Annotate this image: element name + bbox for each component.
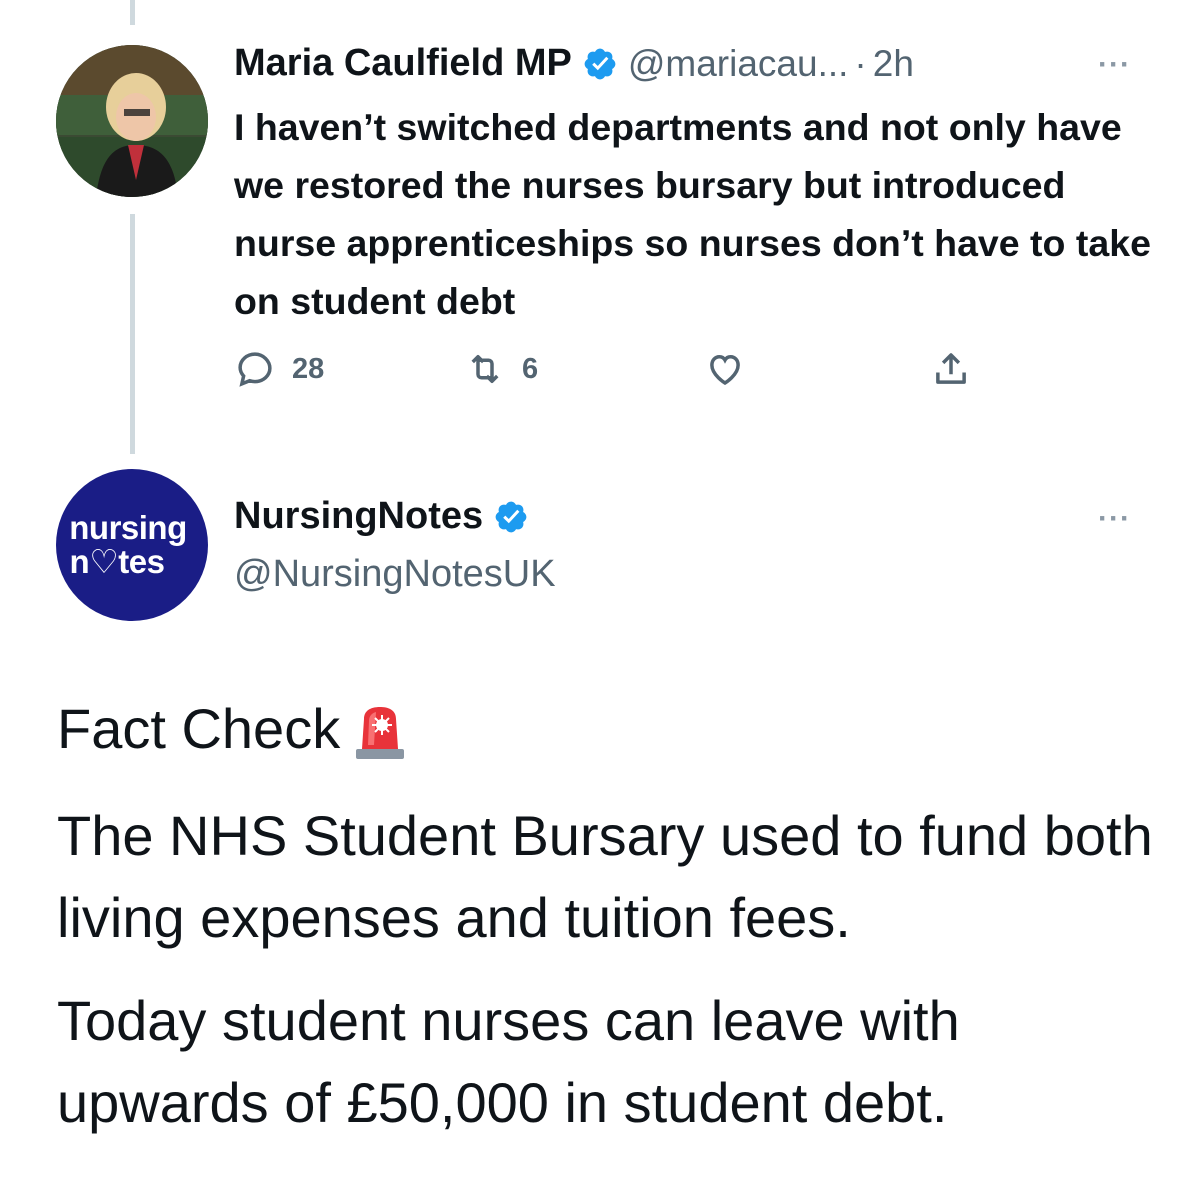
tweet-paragraph-debt: Today student nurses can leave with upwa… <box>57 989 960 1134</box>
reply-tweet-header: Maria Caulfield MP @mariacau... · 2h <box>234 42 914 85</box>
retweet-count: 6 <box>522 352 539 385</box>
avatar-logo-text-line2: n♡tes <box>69 543 165 580</box>
reply-icon <box>238 352 272 387</box>
avatar-photo <box>56 45 208 197</box>
main-tweet-header: NursingNotes <box>234 495 529 538</box>
separator-dot: · <box>854 42 867 84</box>
reply-author-handle[interactable]: @mariacau... <box>628 43 849 85</box>
main-author-handle[interactable]: @NursingNotesUK <box>234 553 556 596</box>
fact-check-heading: Fact Check <box>57 688 1167 770</box>
avatar-nursingnotes[interactable]: nursing n♡tes <box>56 469 208 621</box>
reply-button[interactable]: 28 <box>234 348 324 390</box>
avatar-logo-text-line1: nursing <box>69 509 187 546</box>
fact-check-text: Fact Check <box>57 697 341 760</box>
heart-icon <box>710 354 740 386</box>
tweet-paragraph-bursary: The NHS Student Bursary used to fund bot… <box>57 804 1153 949</box>
share-icon <box>936 353 966 384</box>
reply-timestamp[interactable]: 2h <box>873 43 914 85</box>
main-more-icon[interactable]: ··· <box>1098 502 1131 536</box>
thread-line-middle <box>130 214 135 454</box>
reply-count: 28 <box>292 352 325 385</box>
reply-more-icon[interactable]: ··· <box>1098 48 1131 82</box>
like-button[interactable] <box>704 348 746 390</box>
verified-badge-icon <box>584 48 616 79</box>
thread-line-top <box>130 0 135 25</box>
reply-author-name[interactable]: Maria Caulfield MP <box>234 42 572 85</box>
verified-badge-icon <box>495 501 527 532</box>
share-button[interactable] <box>930 348 972 390</box>
retweet-icon <box>471 355 499 383</box>
reply-action-bar: 28 6 <box>234 348 994 400</box>
retweet-button[interactable]: 6 <box>464 348 538 390</box>
reply-tweet-text: I haven’t switched departments and not o… <box>234 106 1151 322</box>
rotating-light-icon <box>356 707 405 760</box>
main-author-name[interactable]: NursingNotes <box>234 495 483 538</box>
avatar-maria-caulfield[interactable] <box>56 45 208 197</box>
